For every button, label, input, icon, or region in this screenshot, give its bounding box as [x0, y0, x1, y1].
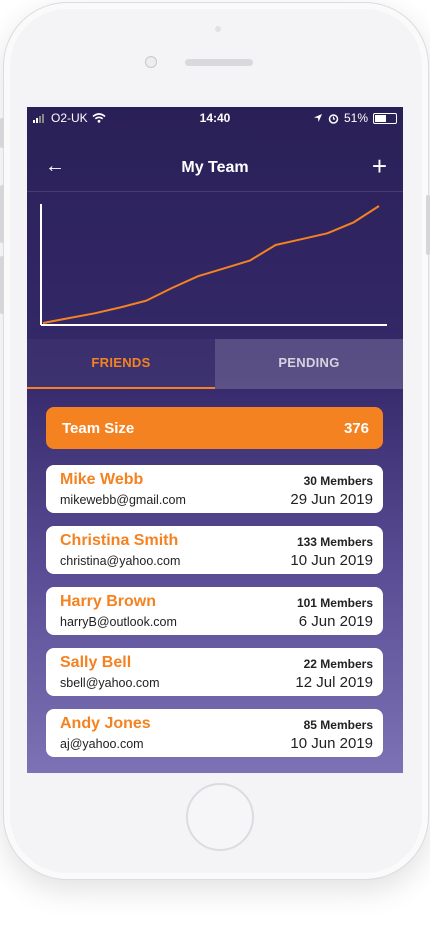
nav-bar: ← My Team + — [27, 147, 403, 192]
page-title: My Team — [181, 159, 249, 176]
member-card[interactable]: Harry Brown harryB@outlook.com 101 Membe… — [46, 587, 383, 635]
app-screen: O2-UK 14:40 51% ← My Team + FRIENDS PEND… — [27, 107, 403, 773]
member-card[interactable]: Sally Bell sbell@yahoo.com 22 Members 12… — [46, 648, 383, 696]
member-count: 30 Members — [303, 474, 373, 488]
member-name: Harry Brown — [60, 593, 157, 610]
team-size-banner: Team Size 376 — [46, 407, 383, 449]
member-card[interactable]: Mike Webb mikewebb@gmail.com 30 Members … — [46, 465, 383, 513]
alarm-icon — [328, 113, 339, 124]
member-name: Mike Webb — [60, 471, 144, 488]
location-icon — [313, 114, 322, 122]
member-date: 29 Jun 2019 — [290, 491, 373, 508]
member-date: 10 Jun 2019 — [290, 552, 373, 569]
member-count: 133 Members — [296, 535, 373, 549]
earpiece-speaker — [185, 59, 253, 66]
volume-down-button — [0, 256, 4, 314]
member-date: 12 Jul 2019 — [295, 674, 373, 691]
member-name: Christina Smith — [60, 532, 179, 549]
member-email: sbell@yahoo.com — [60, 676, 160, 690]
member-card[interactable]: Andy Jones aj@yahoo.com 85 Members 10 Ju… — [46, 709, 383, 757]
team-growth-line — [42, 205, 380, 324]
tab-bar: FRIENDS PENDING — [27, 339, 403, 389]
team-size-value: 376 — [343, 420, 369, 437]
member-date: 10 Jun 2019 — [290, 735, 373, 752]
member-email: harryB@outlook.com — [60, 615, 177, 629]
front-camera — [145, 56, 157, 68]
member-name: Sally Bell — [60, 654, 132, 671]
member-count: 22 Members — [303, 657, 373, 671]
sensor-dot — [215, 26, 221, 32]
member-count: 101 Members — [296, 596, 373, 610]
member-count: 85 Members — [303, 718, 373, 732]
team-growth-chart — [40, 204, 387, 326]
member-name: Andy Jones — [60, 715, 151, 732]
member-email: mikewebb@gmail.com — [60, 493, 186, 507]
mute-switch — [0, 118, 4, 148]
team-size-label: Team Size — [62, 420, 135, 437]
battery-percent: 51% — [343, 111, 368, 125]
battery-icon — [373, 112, 397, 124]
member-date: 6 Jun 2019 — [298, 613, 373, 630]
tab-friends[interactable]: FRIENDS — [27, 339, 215, 389]
status-bar: O2-UK 14:40 51% — [27, 107, 403, 129]
home-button[interactable] — [186, 783, 254, 851]
volume-up-button — [0, 185, 4, 243]
power-button — [426, 195, 430, 255]
member-email: aj@yahoo.com — [60, 737, 144, 751]
member-card[interactable]: Christina Smith christina@yahoo.com 133 … — [46, 526, 383, 574]
add-icon[interactable]: + — [372, 151, 387, 182]
member-email: christina@yahoo.com — [60, 554, 181, 568]
tab-pending[interactable]: PENDING — [215, 339, 403, 389]
